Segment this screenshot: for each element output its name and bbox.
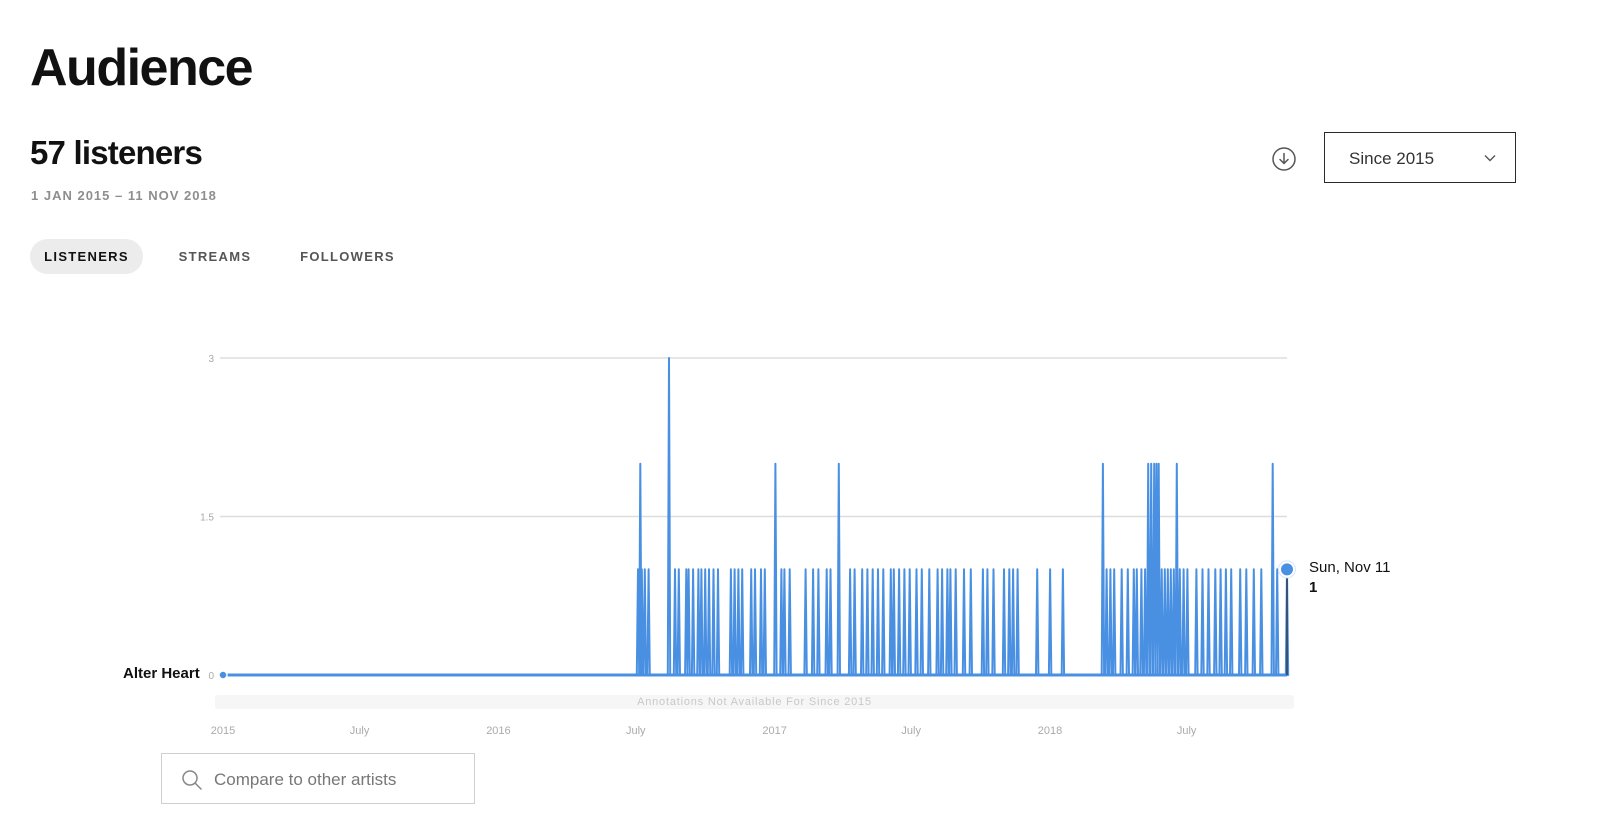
series-start-point [218,670,228,680]
x-tick-label: July [626,725,646,737]
tab-streams[interactable]: STREAMS [170,239,260,274]
x-tick-label: July [1177,725,1197,737]
compare-artists-input[interactable] [212,762,466,797]
y-tick-label: 1.5 [200,513,214,524]
annotations-note: Annotations Not Available For Since 2015 [637,696,872,708]
x-tick-label: 2017 [762,725,786,737]
y-tick-label: 0 [208,671,214,682]
listener-count: 57 listeners [30,134,203,171]
tab-listeners[interactable]: LISTENERS [30,239,143,274]
time-range-value: Since 2015 [1349,149,1435,168]
audience-page: Audience 57 listeners 1 JAN 2015 – 11 NO… [0,0,1600,835]
time-range-select[interactable]: Since 2015 [1324,132,1516,183]
listeners-chart: 0 1.5 3 2015 July 2016 July 2017 July 2018 July [200,354,1296,737]
hover-point[interactable] [1281,563,1293,576]
y-tick-label: 3 [208,354,214,365]
series-label: Alter Heart [123,665,200,682]
annotations-bar: Annotations Not Available For Since 2015 [215,695,1294,709]
x-tick-label: July [350,725,370,737]
x-tick-label: 2015 [211,725,235,737]
tooltip-date: Sun, Nov 11 [1309,559,1391,576]
page-title: Audience [30,39,254,97]
tooltip-value: 1 [1309,579,1318,596]
x-tick-label: 2018 [1038,725,1062,737]
chevron-down-icon [1484,155,1496,162]
tab-followers[interactable]: FOLLOWERS [296,239,399,274]
search-icon [182,770,202,790]
x-tick-label: 2016 [486,725,510,737]
date-range: 1 JAN 2015 – 11 NOV 2018 [31,188,217,203]
compare-artists-field[interactable] [161,753,475,804]
download-circle-icon [1272,147,1296,171]
download-button[interactable] [1272,147,1296,171]
x-tick-label: July [901,725,921,737]
